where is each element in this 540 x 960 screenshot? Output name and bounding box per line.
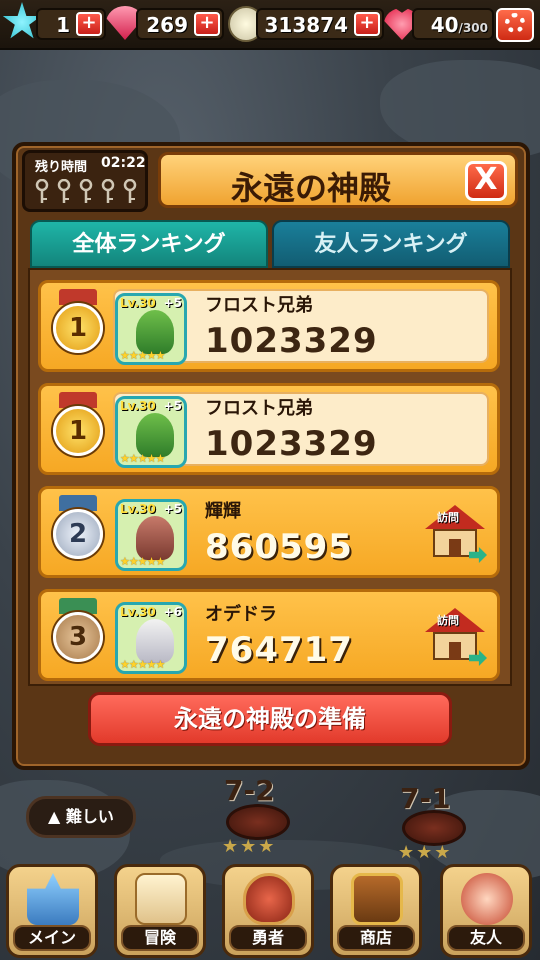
add-gem-button[interactable]: + <box>194 12 220 36</box>
player-score: 1023329 <box>205 321 378 361</box>
key-icon <box>55 178 73 205</box>
rank-medal-icon: 1 <box>53 406 103 456</box>
avatar[interactable]: Lv.30 +6 ★★★★★ <box>115 602 187 674</box>
nav-label: 勇者 <box>229 925 307 951</box>
tab-global-ranking[interactable]: 全体ランキング <box>30 220 268 268</box>
avatar[interactable]: Lv.30 +5 ★★★★★ <box>115 499 187 571</box>
map-icon <box>135 873 187 925</box>
resource-bar: 1 + 269 + 313874 + 40/300 <box>0 0 540 50</box>
key-icon <box>99 178 117 205</box>
visit-label: 訪問 <box>437 511 459 524</box>
difficulty-button[interactable]: ▲ 難しい <box>26 796 136 838</box>
chest-icon <box>351 873 403 925</box>
player-score: 1023329 <box>205 424 378 464</box>
star-counter: 1 + <box>36 8 106 40</box>
nav-main[interactable]: メイン <box>6 864 98 958</box>
add-coin-button[interactable]: + <box>354 12 380 36</box>
stage-label: 7-2 <box>224 774 275 807</box>
gem-value: 269 <box>146 13 188 37</box>
player-score: 764717 <box>205 630 353 670</box>
rank-medal-icon: 1 <box>53 303 103 353</box>
nav-shop[interactable]: 商店 <box>330 864 422 958</box>
nav-label: メイン <box>13 925 91 951</box>
prepare-temple-button[interactable]: 永遠の神殿の準備 <box>88 692 452 746</box>
player-name: オデドラ <box>205 604 277 625</box>
nav-friends[interactable]: 友人 <box>440 864 532 958</box>
coin-value: 313874 <box>264 13 349 37</box>
visit-label: 訪問 <box>437 614 459 627</box>
avatar[interactable]: Lv.30 +5 ★★★★★ <box>115 293 187 365</box>
nav-label: 友人 <box>447 925 525 951</box>
ranking-row[interactable]: 1 Lv.30 +5 ★★★★★ フロスト兄弟 1023329 <box>38 383 500 475</box>
ranking-row[interactable]: 2 Lv.30 +5 ★★★★★ 輝輝 860595 訪問 <box>38 486 500 578</box>
key-icon <box>77 178 95 205</box>
stage-node[interactable] <box>402 810 466 846</box>
nav-adventure[interactable]: 冒険 <box>114 864 206 958</box>
player-score: 860595 <box>205 527 353 567</box>
timer-value: 02:22 <box>101 155 146 171</box>
ranking-row[interactable]: 3 Lv.30 +6 ★★★★★ オデドラ 764717 訪問 <box>38 589 500 681</box>
key-icon <box>121 178 139 205</box>
panel-title: 永遠の神殿 <box>230 169 391 207</box>
visit-button[interactable]: 訪問 <box>423 608 487 668</box>
stage-node[interactable] <box>226 804 290 840</box>
bottom-navigation: メイン 冒険 勇者 商店 友人 <box>0 864 540 960</box>
sword-icon <box>243 873 295 925</box>
friends-icon <box>461 873 513 925</box>
gear-icon <box>505 13 525 33</box>
player-name: フロスト兄弟 <box>205 398 313 419</box>
add-star-button[interactable]: + <box>76 12 102 36</box>
nav-label: 冒険 <box>121 925 199 951</box>
stamina-value: 40/300 <box>430 13 488 37</box>
gem-counter: 269 + <box>136 8 224 40</box>
close-button[interactable]: X <box>465 161 507 201</box>
avatar[interactable]: Lv.30 +5 ★★★★★ <box>115 396 187 468</box>
stage-stars: ★★★ <box>398 842 453 863</box>
ranking-row[interactable]: 1 Lv.30 +5 ★★★★★ フロスト兄弟 1023329 <box>38 280 500 372</box>
coin-counter: 313874 + <box>256 8 384 40</box>
castle-icon <box>27 873 79 925</box>
star-value: 1 <box>56 13 70 37</box>
rank-medal-icon: 2 <box>53 509 103 559</box>
stage-stars: ★★★ <box>222 836 277 857</box>
timer-label: 残り時間 <box>35 160 88 175</box>
tab-friend-ranking[interactable]: 友人ランキング <box>272 220 510 268</box>
player-name: フロスト兄弟 <box>205 295 313 316</box>
player-name: 輝輝 <box>205 501 241 522</box>
stamina-counter: 40/300 <box>412 8 494 40</box>
nav-hero[interactable]: 勇者 <box>222 864 314 958</box>
rank-medal-icon: 3 <box>53 612 103 662</box>
key-icon <box>33 178 51 205</box>
visit-button[interactable]: 訪問 <box>423 505 487 565</box>
settings-button[interactable] <box>496 8 534 42</box>
nav-label: 商店 <box>337 925 415 951</box>
panel-title-bar: 永遠の神殿 X <box>158 152 518 208</box>
time-remaining-box: 残り時間 02:22 <box>22 150 148 212</box>
